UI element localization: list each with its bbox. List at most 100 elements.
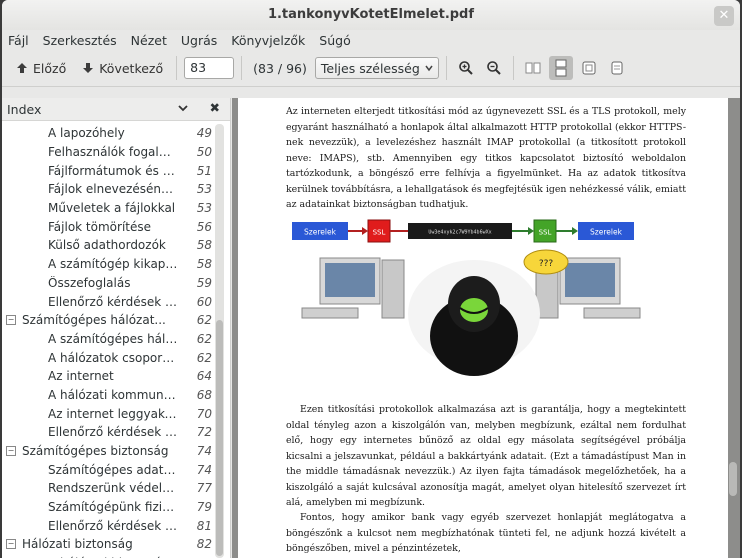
document-view: Az interneten elterjedt titkosítási mód …	[232, 98, 740, 558]
index-item[interactable]: − Számítógépes biztonság 74	[2, 442, 212, 461]
index-item-page: 51	[196, 163, 212, 178]
toolbar-separator	[241, 56, 243, 80]
page-number-input[interactable]: 83	[184, 57, 235, 79]
index-item[interactable]: − Számítógépes hálózat... 62	[2, 311, 212, 330]
zoom-out-button[interactable]	[482, 56, 506, 80]
menu-file[interactable]: Fájl	[8, 33, 29, 48]
index-item[interactable]: Ellenőrző kérdések a „... 81	[2, 516, 212, 535]
fullscreen-button[interactable]	[605, 56, 629, 80]
index-item[interactable]: A hálózati kommunikác... 68	[2, 386, 212, 405]
index-item-label: Ellenőrző kérdések a „...	[48, 425, 178, 440]
sidebar-scrollbar[interactable]	[215, 124, 224, 558]
ssl-illustration: Szerelek SSL Uw3e4xyk2c7W9Yb4b6wXx SSL S…	[292, 219, 641, 376]
index-item-page: 62	[196, 350, 212, 365]
zoom-out-icon	[486, 61, 501, 75]
continuous-page-icon	[555, 59, 567, 77]
index-item-label: Ellenőrző kérdések a „...	[48, 518, 178, 533]
index-item-page: 77	[196, 481, 212, 496]
index-item[interactable]: A hálózatok csoportosí... 62	[2, 348, 212, 367]
sidebar-title: Index	[7, 101, 42, 117]
index-item[interactable]: Fájlformátumok és kite... 51	[2, 161, 212, 180]
index-item-label: Összefoglalás	[48, 275, 131, 290]
index-item-page: 50	[196, 145, 212, 160]
index-item[interactable]: Ellenőrző kérdések a „... 72	[2, 423, 212, 442]
zoom-value: Teljes szélesség	[320, 60, 420, 76]
index-item-label: Számítógépes adatain...	[48, 462, 178, 477]
sidebar-scrollbar-thumb[interactable]	[216, 320, 223, 556]
collapse-icon[interactable]: −	[6, 314, 16, 325]
index-item-label: Rendszerünk védelme	[48, 481, 178, 496]
toolbar-separator	[445, 56, 447, 80]
index-item-label: Műveletek a fájlokkal	[48, 201, 176, 216]
index-item[interactable]: A lapozóhely 49	[2, 124, 212, 143]
menu-edit[interactable]: Szerkesztés	[43, 33, 117, 48]
index-item[interactable]: Műveletek a fájlokkal 53	[2, 199, 212, 218]
index-item-page: 49	[196, 126, 212, 141]
index-item[interactable]: Rendszerünk védelme 77	[2, 479, 212, 498]
previous-page-button[interactable]: Előző	[10, 57, 72, 80]
index-item-label: Hálózati biztonság	[22, 537, 133, 552]
index-item[interactable]: A hálózati biztonság fo...82	[2, 554, 212, 558]
index-item[interactable]: Fájlok elnevezésének s... 53	[2, 180, 212, 199]
collapse-icon[interactable]: −	[6, 445, 16, 456]
zoom-in-icon	[458, 61, 473, 75]
index-item[interactable]: Ellenőrző kérdések a „... 60	[2, 292, 212, 311]
index-item[interactable]: Összefoglalás 59	[2, 274, 212, 293]
previous-page-label: Előző	[33, 60, 67, 76]
toolbar-separator	[512, 56, 514, 80]
index-item-page: 60	[196, 294, 212, 309]
dual-page-button[interactable]	[521, 56, 545, 80]
index-item[interactable]: A számítógépes hálóza... 62	[2, 330, 212, 349]
menu-bookmarks[interactable]: Könyvjelzők	[231, 33, 305, 48]
arrow-up-icon	[17, 63, 27, 73]
index-item[interactable]: Fájlok tömörítése 56	[2, 217, 212, 236]
index-item-label: Számítógépes hálózat...	[22, 313, 166, 328]
zoom-select[interactable]: Teljes szélesség	[314, 57, 439, 79]
menu-view[interactable]: Nézet	[131, 33, 167, 48]
index-item[interactable]: − Hálózati biztonság 82	[2, 535, 212, 554]
index-item[interactable]: Külső adathordozók 58	[2, 236, 212, 255]
index-item-label: Ellenőrző kérdések a „...	[48, 294, 178, 309]
cipher-label: Uw3e4xyk2c7W9Yb4b6wXx	[428, 230, 491, 236]
toolbar: Előző Következő 83 (83 / 96) Teljes szél…	[2, 50, 740, 87]
index-tree: A lapozóhely 49 Felhasználók fogalma é... 5…	[2, 124, 212, 558]
menu-help[interactable]: Súgó	[319, 33, 350, 48]
index-item-label: Külső adathordozók	[48, 238, 166, 253]
window-title: 1.tankonyvKotetElmelet.pdf	[267, 7, 475, 22]
index-item-page: 64	[196, 369, 212, 384]
close-sidebar-icon[interactable]: ✖	[210, 100, 220, 115]
presentation-button[interactable]	[577, 56, 601, 80]
index-item-page: 74	[196, 444, 212, 459]
index-item[interactable]: Felhasználók fogalma é... 50	[2, 143, 212, 162]
document-scrollbar[interactable]	[729, 98, 737, 558]
next-page-label: Következő	[99, 60, 164, 76]
index-item-label: Az internet	[48, 369, 114, 384]
document-scrollbar-thumb[interactable]	[729, 462, 737, 496]
continuous-page-button[interactable]	[548, 56, 573, 80]
index-item-page: 62	[196, 313, 212, 328]
index-item-label: Az internet leggyakorib...	[48, 406, 178, 421]
index-item-page: 62	[196, 331, 212, 346]
collapse-icon[interactable]: −	[6, 539, 16, 550]
index-item-label: A számítógép kikapcso...	[48, 257, 178, 272]
index-item[interactable]: A számítógép kikapcso... 58	[2, 255, 212, 274]
zoom-in-button[interactable]	[454, 56, 478, 80]
presentation-icon	[582, 61, 596, 75]
index-item[interactable]: Az internet 64	[2, 367, 212, 386]
pdf-page: Az interneten elterjedt titkosítási mód …	[238, 98, 728, 558]
index-item[interactable]: Az internet leggyakorib... 70	[2, 404, 212, 423]
left-computer	[301, 257, 405, 319]
index-item-page: 72	[196, 425, 212, 440]
index-item-page: 74	[196, 462, 212, 477]
paragraph-ssl: Az interneten elterjedt titkosítási mód …	[286, 106, 686, 210]
sender-box-label: Szerelek	[304, 228, 337, 237]
chevron-down-icon[interactable]	[176, 101, 190, 115]
menu-bar: Fájl Szerkesztés Nézet Ugrás Könyvjelzők…	[2, 30, 740, 50]
index-item[interactable]: Számítógépünk fizikai ... 79	[2, 498, 212, 517]
page-count: (83 / 96)	[253, 60, 307, 76]
hacker-figure	[408, 260, 540, 376]
menu-go[interactable]: Ugrás	[181, 33, 217, 48]
index-item[interactable]: Számítógépes adatain... 74	[2, 460, 212, 479]
close-window-button[interactable]: ✕	[714, 6, 734, 26]
next-page-button[interactable]: Következő	[76, 57, 169, 80]
